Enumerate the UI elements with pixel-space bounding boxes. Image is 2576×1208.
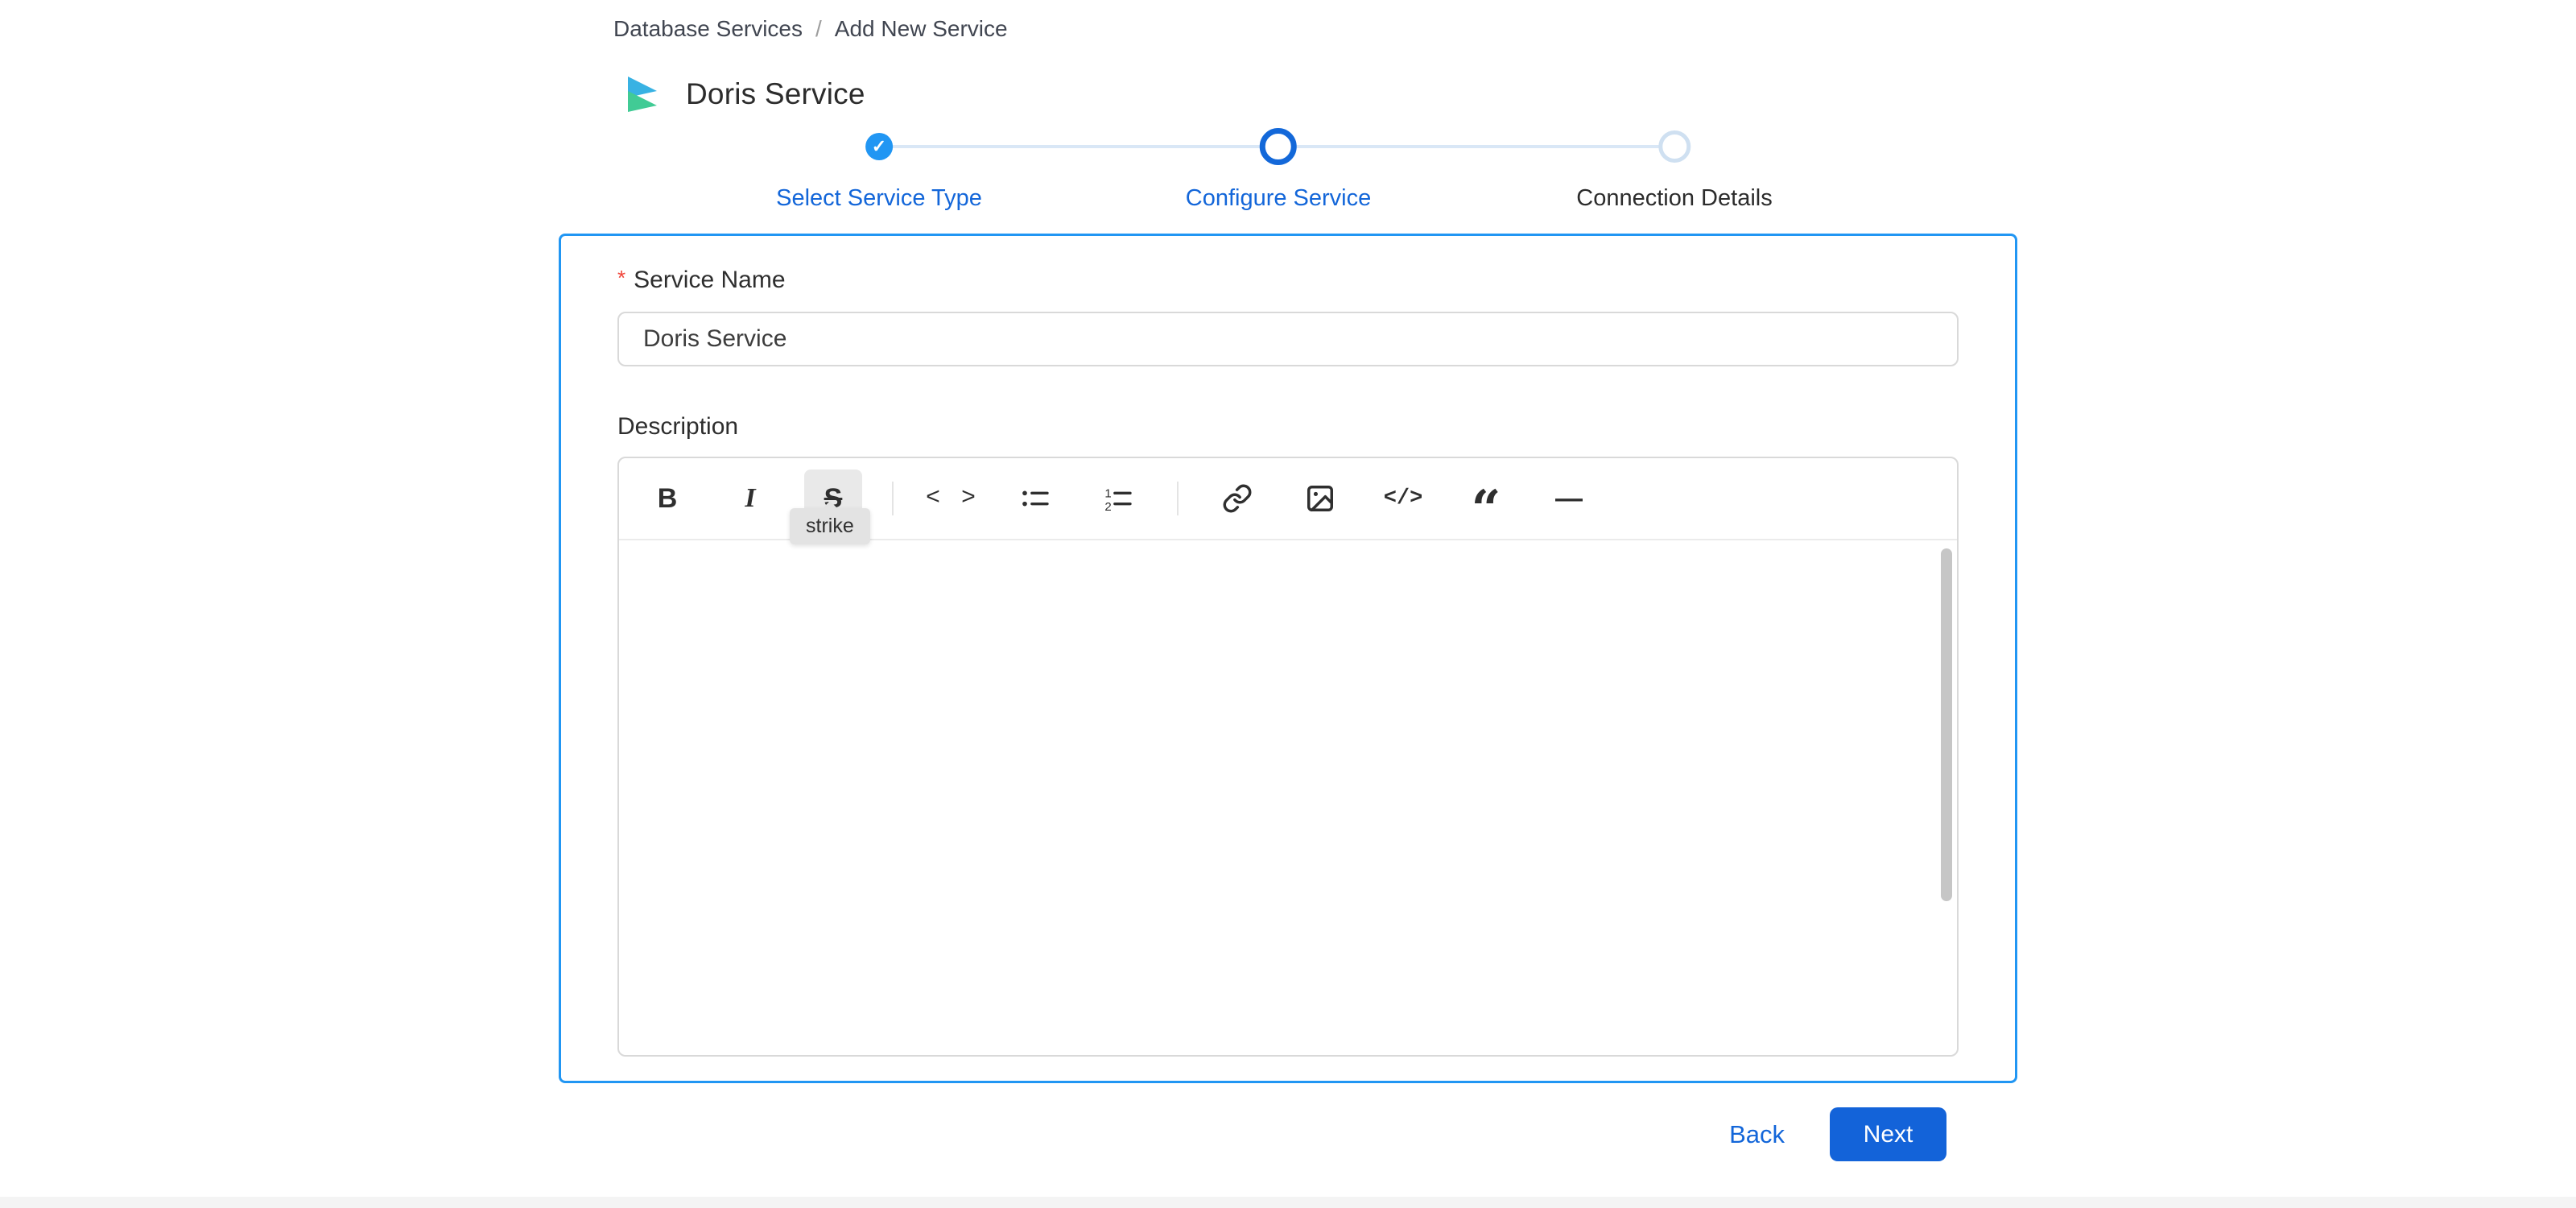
- description-label-text: Description: [617, 413, 739, 440]
- horizontal-rule-icon: —: [1555, 482, 1583, 514]
- strike-tooltip: strike: [790, 508, 870, 544]
- toolbar-separator: [892, 482, 894, 515]
- stepper: ✓ Select Service Type Configure Service …: [559, 128, 2017, 217]
- footer-strip: [0, 1197, 2576, 1208]
- editor-content[interactable]: [619, 542, 1941, 1055]
- numbered-list-button[interactable]: 1 2: [1089, 470, 1147, 527]
- link-button[interactable]: [1208, 470, 1266, 527]
- link-icon: [1223, 484, 1252, 513]
- quote-icon: “: [1471, 479, 1501, 540]
- description-editor: B I S < > 1 2 </> “ — strike: [617, 457, 1959, 1057]
- page-title: Doris Service: [686, 77, 865, 110]
- horizontal-rule-button[interactable]: —: [1540, 470, 1598, 527]
- numbered-list-icon: 1 2: [1104, 486, 1132, 514]
- step-pending-circle: [1657, 130, 1690, 163]
- bold-button[interactable]: B: [638, 470, 696, 527]
- step-active-circle: [1260, 128, 1297, 165]
- code-block-icon: </>: [1383, 486, 1423, 511]
- quote-button[interactable]: “: [1457, 470, 1515, 536]
- toolbar-separator: [1177, 482, 1179, 515]
- step-configure-service[interactable]: Configure Service: [1185, 128, 1372, 212]
- breadcrumb: Database Services / Add New Service: [613, 0, 2017, 42]
- svg-text:2: 2: [1104, 500, 1111, 514]
- code-block-button[interactable]: </>: [1374, 470, 1432, 527]
- image-button[interactable]: [1291, 470, 1349, 527]
- inline-code-button[interactable]: < >: [923, 470, 981, 527]
- inline-code-icon: < >: [925, 485, 979, 512]
- image-icon: [1307, 486, 1333, 511]
- description-label: Description: [617, 413, 1959, 441]
- bulleted-list-button[interactable]: [1006, 470, 1064, 527]
- required-marker: *: [617, 266, 626, 290]
- check-icon: ✓: [871, 136, 887, 156]
- bold-icon: B: [657, 482, 678, 514]
- italic-icon: I: [745, 483, 756, 513]
- wizard-actions: Back Next: [559, 1107, 2017, 1161]
- step-completed-circle: ✓: [865, 133, 893, 160]
- service-name-label-text: Service Name: [634, 267, 786, 293]
- configure-service-panel: * Service Name Description B I S < >: [559, 234, 2017, 1083]
- breadcrumb-add-new-service[interactable]: Add New Service: [835, 16, 1008, 42]
- italic-button[interactable]: I: [721, 470, 779, 527]
- service-name-label: * Service Name: [617, 266, 1959, 294]
- back-button[interactable]: Back: [1729, 1120, 1785, 1149]
- step-connection-details[interactable]: Connection Details: [1576, 128, 1773, 212]
- next-button[interactable]: Next: [1830, 1107, 1946, 1161]
- step-select-service-type[interactable]: ✓ Select Service Type: [776, 128, 982, 212]
- step-label-select-service-type: Select Service Type: [776, 185, 982, 211]
- editor-scrollbar-thumb[interactable]: [1941, 548, 1952, 901]
- svg-text:1: 1: [1104, 486, 1111, 500]
- wizard-page: Database Services / Add New Service Dori…: [559, 0, 2017, 1161]
- doris-logo-icon: [621, 73, 663, 115]
- step-label-connection-details: Connection Details: [1576, 185, 1773, 211]
- service-name-input[interactable]: [617, 312, 1959, 366]
- breadcrumb-database-services[interactable]: Database Services: [613, 16, 803, 42]
- step-label-configure-service: Configure Service: [1185, 185, 1372, 211]
- breadcrumb-separator: /: [815, 16, 822, 41]
- bulleted-list-icon: [1022, 490, 1049, 507]
- page-header: Doris Service: [621, 72, 2017, 115]
